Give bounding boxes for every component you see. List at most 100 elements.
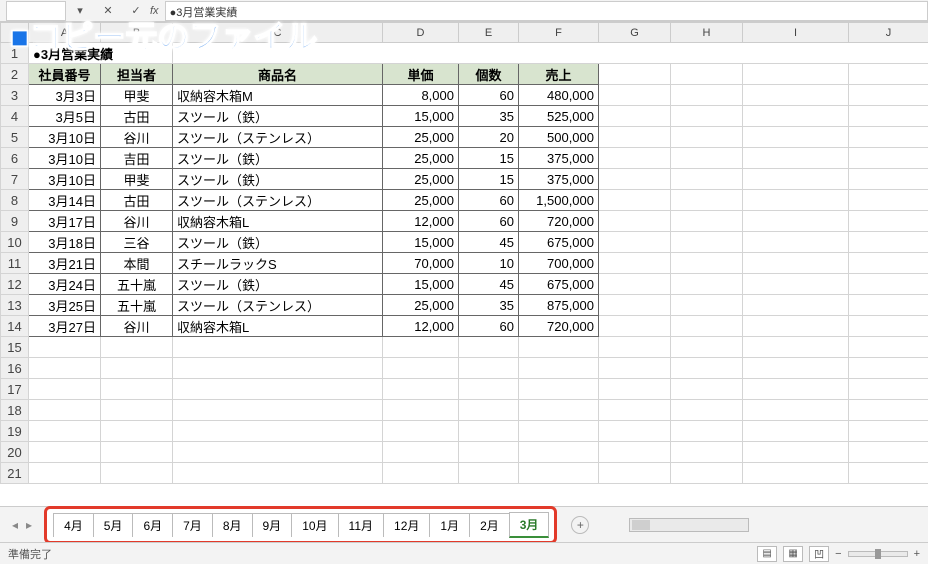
cell-qty[interactable]: 60 <box>459 190 519 211</box>
cell-empty[interactable] <box>599 190 671 211</box>
cell-empty[interactable] <box>671 232 743 253</box>
sheet-tab-5月[interactable]: 5月 <box>93 513 134 537</box>
cell-rep[interactable]: 本間 <box>101 253 173 274</box>
cell-rep[interactable]: 甲斐 <box>101 169 173 190</box>
cell-empty[interactable] <box>519 400 599 421</box>
cell-empty[interactable] <box>599 169 671 190</box>
cell-title[interactable]: ●3月営業実績 <box>29 43 173 64</box>
row-header-19[interactable]: 19 <box>1 421 29 442</box>
worksheet-grid[interactable]: ABCDEFGHIJ1●3月営業実績2社員番号担当者商品名単価個数売上33月3日… <box>0 22 928 506</box>
cell-date[interactable]: 3月10日 <box>29 127 101 148</box>
accept-icon[interactable]: ✓ <box>126 4 146 17</box>
cell-empty[interactable] <box>101 358 173 379</box>
row-header-11[interactable]: 11 <box>1 253 29 274</box>
cell-sales[interactable]: 375,000 <box>519 169 599 190</box>
cell-product[interactable]: スツール（鉄） <box>173 274 383 295</box>
cell-empty[interactable] <box>383 442 459 463</box>
cell-product[interactable]: 収納容木箱M <box>173 85 383 106</box>
cell-qty[interactable]: 45 <box>459 232 519 253</box>
cell-empty[interactable] <box>599 421 671 442</box>
row-header-21[interactable]: 21 <box>1 463 29 484</box>
cell-empty[interactable] <box>173 400 383 421</box>
cell-product[interactable]: スツール（鉄） <box>173 106 383 127</box>
select-all-corner[interactable] <box>1 23 29 43</box>
cell-price[interactable]: 15,000 <box>383 232 459 253</box>
cell-empty[interactable] <box>743 379 849 400</box>
col-header-I[interactable]: I <box>743 23 849 43</box>
row-header-12[interactable]: 12 <box>1 274 29 295</box>
cell-empty[interactable] <box>743 463 849 484</box>
cell-product[interactable]: 収納容木箱L <box>173 211 383 232</box>
col-header-F[interactable]: F <box>519 23 599 43</box>
cell-hdr-empno[interactable]: 社員番号 <box>29 64 101 85</box>
cell-empty[interactable] <box>743 421 849 442</box>
cell-empty[interactable] <box>599 106 671 127</box>
namebox-dropdown-icon[interactable]: ▾ <box>70 4 90 17</box>
cell-product[interactable]: スツール（ステンレス） <box>173 295 383 316</box>
formula-bar[interactable]: ●3月営業実績 <box>165 1 928 21</box>
cell-empty[interactable] <box>849 358 928 379</box>
cell-sales[interactable]: 720,000 <box>519 211 599 232</box>
sheet-tab-7月[interactable]: 7月 <box>172 513 213 537</box>
cell-product[interactable]: スチールラックS <box>173 253 383 274</box>
cell-empty[interactable] <box>671 85 743 106</box>
tab-nav-last-icon[interactable]: ▸ <box>26 518 32 532</box>
row-header-5[interactable]: 5 <box>1 127 29 148</box>
cell-empty[interactable] <box>849 64 928 85</box>
cell-empty[interactable] <box>743 274 849 295</box>
cell-product[interactable]: スツール（鉄） <box>173 169 383 190</box>
zoom-in-button[interactable]: + <box>914 548 920 560</box>
cell-rep[interactable]: 甲斐 <box>101 85 173 106</box>
cell-rep[interactable]: 吉田 <box>101 148 173 169</box>
cell-empty[interactable] <box>459 463 519 484</box>
cell-empty[interactable] <box>671 463 743 484</box>
cell-empty[interactable] <box>29 379 101 400</box>
cell-empty[interactable] <box>671 127 743 148</box>
col-header-D[interactable]: D <box>383 23 459 43</box>
cell-empty[interactable] <box>671 64 743 85</box>
row-header-9[interactable]: 9 <box>1 211 29 232</box>
cell-empty[interactable] <box>671 421 743 442</box>
cell-empty[interactable] <box>849 295 928 316</box>
cell-hdr-product[interactable]: 商品名 <box>173 64 383 85</box>
col-header-E[interactable]: E <box>459 23 519 43</box>
cell-empty[interactable] <box>849 85 928 106</box>
cell-hdr-rep[interactable]: 担当者 <box>101 64 173 85</box>
cell-price[interactable]: 25,000 <box>383 190 459 211</box>
cell-qty[interactable]: 45 <box>459 274 519 295</box>
cell-empty[interactable] <box>743 232 849 253</box>
cell-date[interactable]: 3月14日 <box>29 190 101 211</box>
cell-empty[interactable] <box>599 379 671 400</box>
cell-empty[interactable] <box>599 127 671 148</box>
cell-empty[interactable] <box>849 253 928 274</box>
cell-empty[interactable] <box>671 358 743 379</box>
cell-empty[interactable] <box>743 358 849 379</box>
col-header-A[interactable]: A <box>29 23 101 43</box>
cell-price[interactable]: 12,000 <box>383 211 459 232</box>
cell-empty[interactable] <box>743 85 849 106</box>
cell-rep[interactable]: 五十嵐 <box>101 274 173 295</box>
cell-empty[interactable] <box>743 190 849 211</box>
cell-empty[interactable] <box>173 337 383 358</box>
cell-empty[interactable] <box>599 232 671 253</box>
cell-empty[interactable] <box>599 442 671 463</box>
horizontal-scrollbar[interactable] <box>629 518 749 532</box>
cell-empty[interactable] <box>459 379 519 400</box>
row-header-7[interactable]: 7 <box>1 169 29 190</box>
cell-rep[interactable]: 五十嵐 <box>101 295 173 316</box>
cell-rep[interactable]: 谷川 <box>101 211 173 232</box>
row-header-17[interactable]: 17 <box>1 379 29 400</box>
cell-date[interactable]: 3月24日 <box>29 274 101 295</box>
cell-empty[interactable] <box>743 316 849 337</box>
cell-empty[interactable] <box>383 463 459 484</box>
cell-empty[interactable] <box>671 442 743 463</box>
cell-rep[interactable]: 三谷 <box>101 232 173 253</box>
cell-date[interactable]: 3月10日 <box>29 148 101 169</box>
cell-empty[interactable] <box>671 337 743 358</box>
cell-rep[interactable]: 谷川 <box>101 316 173 337</box>
cell-empty[interactable] <box>671 253 743 274</box>
cell-date[interactable]: 3月10日 <box>29 169 101 190</box>
sheet-tab-12月[interactable]: 12月 <box>383 513 430 537</box>
cell-empty[interactable] <box>101 442 173 463</box>
cell-qty[interactable]: 20 <box>459 127 519 148</box>
